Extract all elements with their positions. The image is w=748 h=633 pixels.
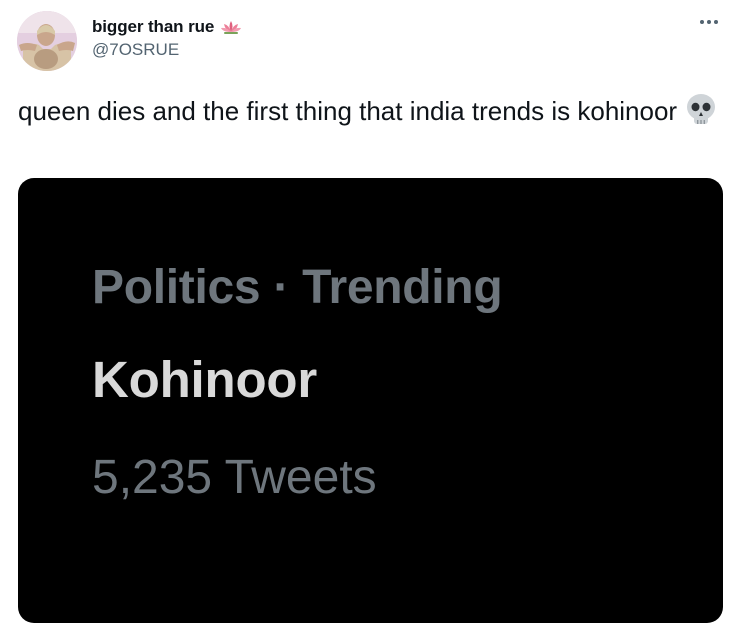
tweet-header: bigger than rue @7OSRUE xyxy=(92,16,242,60)
avatar-image xyxy=(17,11,77,71)
ellipsis-icon xyxy=(700,20,704,24)
tweet-card[interactable]: bigger than rue @7OSRUE queen dies and t… xyxy=(0,0,748,633)
avatar[interactable] xyxy=(17,11,77,71)
skull-icon xyxy=(685,93,717,127)
more-options-button[interactable] xyxy=(696,12,722,32)
author-display-name[interactable]: bigger than rue xyxy=(92,17,214,37)
lotus-icon xyxy=(220,19,242,35)
ellipsis-icon xyxy=(714,20,718,24)
trend-topic: Kohinoor xyxy=(92,351,318,408)
tweet-text-content: queen dies and the first thing that indi… xyxy=(18,96,678,126)
trend-category: Politics · Trending xyxy=(92,261,503,314)
name-row: bigger than rue xyxy=(92,16,242,38)
tweet-media-image[interactable]: Politics · Trending Kohinoor 5,235 Tweet… xyxy=(18,178,723,623)
ellipsis-icon xyxy=(707,20,711,24)
trend-tweet-count: 5,235 Tweets xyxy=(92,451,377,504)
author-handle[interactable]: @7OSRUE xyxy=(92,40,242,60)
tweet-text: queen dies and the first thing that indi… xyxy=(18,93,718,128)
